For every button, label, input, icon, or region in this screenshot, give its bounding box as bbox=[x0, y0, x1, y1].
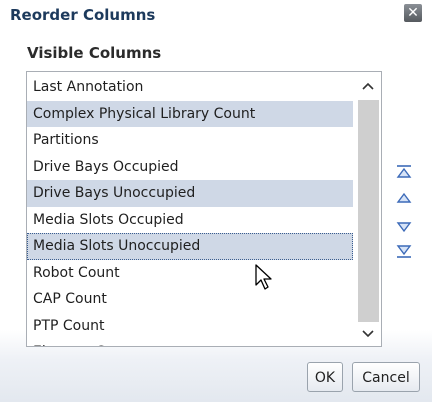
list-item[interactable]: Drive Bays Unoccupied bbox=[27, 180, 353, 207]
chevron-up-icon bbox=[362, 82, 374, 90]
move-to-top-icon bbox=[396, 165, 412, 178]
list-item[interactable]: PTP Count bbox=[27, 313, 353, 340]
dialog-title: Reorder Columns bbox=[10, 6, 156, 24]
list-items: Last Annotation Complex Physical Library… bbox=[27, 74, 353, 346]
visible-columns-listbox[interactable]: Last Annotation Complex Physical Library… bbox=[26, 71, 382, 347]
move-down-icon bbox=[396, 222, 412, 233]
list-item[interactable]: Media Slots Unoccupied bbox=[27, 233, 353, 260]
list-item[interactable]: Last Annotation bbox=[27, 74, 353, 101]
scroll-up-button[interactable] bbox=[355, 74, 381, 98]
list-item[interactable]: Drive Bays Occupied bbox=[27, 154, 353, 181]
reorder-columns-dialog: Reorder Columns ✕ Visible Columns Last A… bbox=[0, 0, 432, 402]
cancel-button[interactable]: Cancel bbox=[352, 362, 420, 392]
list-item[interactable]: Media Slots Occupied bbox=[27, 207, 353, 234]
close-icon: ✕ bbox=[407, 5, 419, 21]
move-up-icon bbox=[396, 192, 412, 203]
ok-button[interactable]: OK bbox=[307, 362, 343, 392]
vertical-scrollbar[interactable] bbox=[355, 72, 381, 346]
visible-columns-label: Visible Columns bbox=[27, 44, 162, 62]
scroll-thumb[interactable] bbox=[358, 100, 379, 322]
close-button[interactable]: ✕ bbox=[404, 4, 422, 22]
list-item[interactable]: CAP Count bbox=[27, 286, 353, 313]
scroll-down-button[interactable] bbox=[355, 322, 381, 346]
move-to-bottom-button[interactable] bbox=[394, 241, 414, 261]
move-to-top-button[interactable] bbox=[394, 162, 414, 182]
chevron-down-icon bbox=[362, 330, 374, 338]
mouse-pointer-icon bbox=[254, 263, 278, 293]
move-up-button[interactable] bbox=[394, 188, 414, 208]
move-to-bottom-icon bbox=[396, 245, 412, 258]
list-item[interactable]: Partitions bbox=[27, 127, 353, 154]
list-item[interactable]: Complex Physical Library Count bbox=[27, 100, 353, 127]
list-item[interactable]: Elevator Count bbox=[27, 339, 353, 346]
list-item[interactable]: Robot Count bbox=[27, 260, 353, 287]
move-down-button[interactable] bbox=[394, 217, 414, 237]
